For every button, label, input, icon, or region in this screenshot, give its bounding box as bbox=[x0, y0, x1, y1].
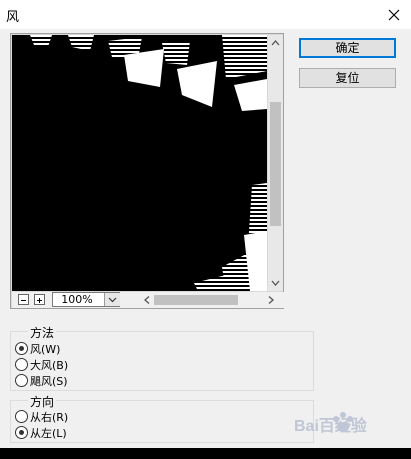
preview-panel: 100% bbox=[10, 33, 284, 309]
radio-label: 大风(B) bbox=[30, 358, 69, 372]
radio-button[interactable] bbox=[15, 342, 28, 355]
baidu-watermark: Bai百经验 bbox=[292, 405, 404, 445]
vertical-scrollbar[interactable] bbox=[268, 35, 283, 291]
watermark-text: Bai百经验 bbox=[294, 416, 368, 435]
close-icon bbox=[388, 9, 400, 20]
window-title: 风 bbox=[6, 10, 20, 25]
method-group-title: 方法 bbox=[28, 324, 57, 341]
ok-button[interactable]: 确定 bbox=[299, 38, 396, 58]
scroll-left-button[interactable] bbox=[140, 292, 154, 308]
preview-canvas[interactable] bbox=[12, 35, 267, 291]
zoom-out-icon bbox=[21, 300, 26, 301]
zoom-in-icon bbox=[37, 298, 42, 303]
scroll-right-button[interactable] bbox=[264, 292, 278, 308]
scroll-up-button[interactable] bbox=[268, 35, 283, 51]
reset-button[interactable]: 复位 bbox=[299, 68, 396, 88]
zoom-out-button[interactable] bbox=[18, 294, 29, 305]
direction-option-right[interactable]: 从右(R) bbox=[15, 409, 68, 424]
direction-group: 方向 从右(R) 从左(L) bbox=[10, 393, 314, 443]
zoom-dropdown-button[interactable] bbox=[104, 293, 120, 306]
radio-label: 飓风(S) bbox=[30, 374, 68, 388]
direction-option-left[interactable]: 从左(L) bbox=[15, 425, 67, 440]
vertical-scrollbar-thumb[interactable] bbox=[270, 102, 281, 226]
scroll-down-arrow-icon bbox=[271, 280, 280, 286]
radio-button[interactable] bbox=[15, 358, 28, 371]
zoom-in-button[interactable] bbox=[34, 294, 45, 305]
baidu-paw-logo: Bai百经验 bbox=[294, 412, 368, 435]
preview-image bbox=[12, 35, 267, 291]
method-option-blast[interactable]: 大风(B) bbox=[15, 357, 68, 372]
radio-button[interactable] bbox=[15, 426, 28, 439]
radio-label: 从右(R) bbox=[30, 410, 69, 424]
radio-label: 风(W) bbox=[30, 342, 61, 356]
radio-button[interactable] bbox=[15, 374, 28, 387]
title-bar: 风 bbox=[0, 0, 411, 29]
background-strip bbox=[0, 448, 411, 459]
scroll-left-arrow-icon bbox=[144, 296, 150, 304]
method-group: 方法 风(W) 大风(B) 飓风(S) bbox=[10, 324, 314, 391]
radio-button[interactable] bbox=[15, 410, 28, 423]
close-button[interactable] bbox=[377, 0, 411, 29]
scroll-right-arrow-icon bbox=[268, 296, 274, 304]
method-option-stagger[interactable]: 飓风(S) bbox=[15, 373, 68, 388]
direction-group-title: 方向 bbox=[28, 393, 57, 410]
preview-toolbar: 100% bbox=[12, 292, 284, 308]
scroll-down-button[interactable] bbox=[268, 275, 283, 291]
scroll-up-arrow-icon bbox=[271, 40, 280, 46]
method-option-wind[interactable]: 风(W) bbox=[15, 341, 60, 356]
horizontal-scrollbar-thumb[interactable] bbox=[154, 295, 238, 305]
radio-label: 从左(L) bbox=[30, 426, 67, 440]
chevron-down-icon bbox=[108, 297, 117, 303]
